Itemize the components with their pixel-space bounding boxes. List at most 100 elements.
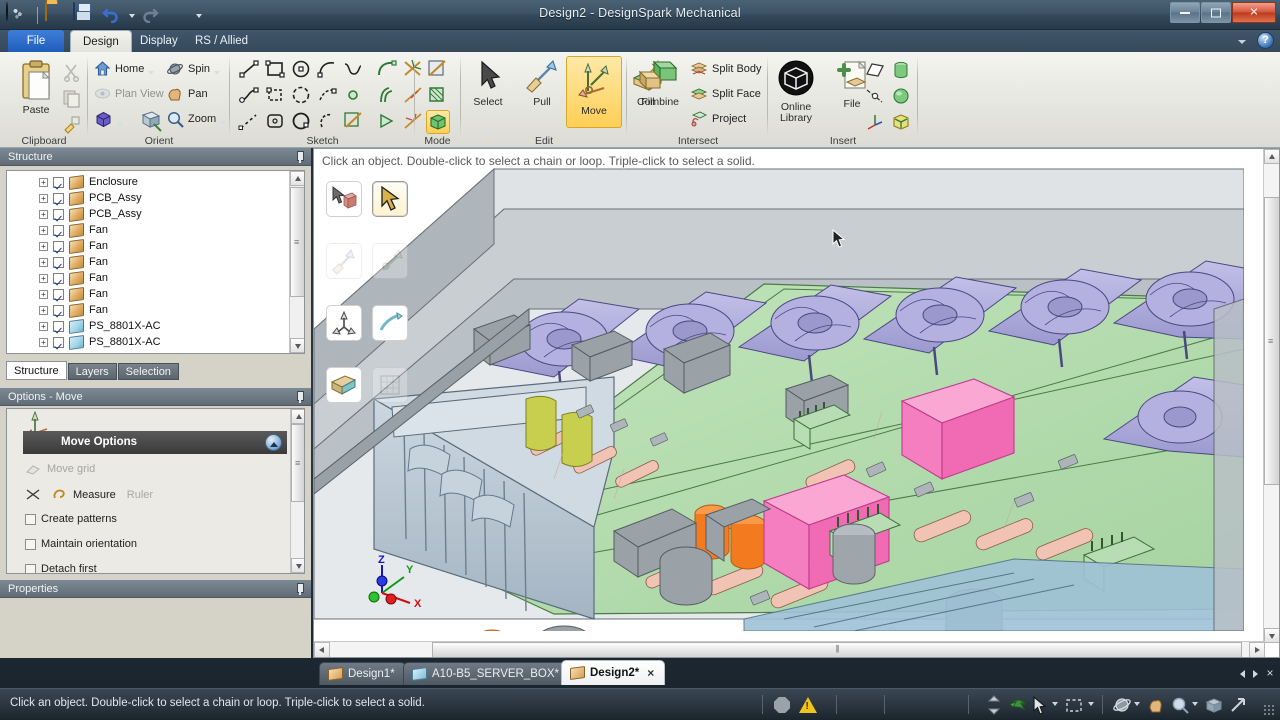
expand-icon[interactable]: + [39,274,48,283]
properties-pin-icon[interactable] [294,583,305,595]
viewport-scroll-thumb-v[interactable] [1264,197,1280,485]
zoom-extents-icon[interactable] [140,110,164,134]
tab-display[interactable]: Display [128,30,190,52]
resize-grip[interactable] [1263,704,1276,717]
structure-tree-item[interactable]: +Fan [7,238,291,254]
spin-dropdown-icon[interactable] [1134,702,1141,709]
viewport-horizontal-scrollbar[interactable] [314,641,1265,657]
visibility-checkbox[interactable] [53,241,64,252]
format-painter-icon[interactable] [62,114,84,136]
customize-qat-icon[interactable] [196,5,203,25]
doc-tab-design1[interactable]: Design1* [319,662,406,685]
pan-tool-icon[interactable] [1146,695,1166,715]
origin-icon[interactable] [864,112,886,134]
arc-icon[interactable] [316,110,338,132]
box-select-dropdown-icon[interactable] [1088,702,1095,709]
cut-icon[interactable] [62,62,84,84]
tangent-arc-icon[interactable] [316,58,338,80]
expand-icon[interactable]: + [39,322,48,331]
select-cursor-icon[interactable] [1032,695,1052,715]
select-button[interactable]: Select [460,58,516,108]
scroll-down-icon[interactable] [290,338,305,353]
minimize-button[interactable] [1170,2,1200,23]
three-point-arc-icon[interactable] [316,84,338,106]
doc-tab-server-box[interactable]: A10-B5_SERVER_BOX* [403,662,570,685]
visibility-checkbox[interactable] [53,177,64,188]
three-d-mode-icon[interactable] [426,110,450,134]
sphere-icon[interactable] [890,86,912,108]
viewport-scroll-thumb-h[interactable] [432,642,1242,658]
structure-tree-item[interactable]: +PS_8801X-AC [7,334,291,350]
tab-next-icon[interactable] [1251,666,1261,680]
visibility-checkbox[interactable] [53,305,64,316]
select-arrow-icon[interactable] [372,181,408,217]
view-cube-dropdown-icon[interactable] [117,113,124,127]
visibility-checkbox[interactable] [53,209,64,220]
expand-icon[interactable]: + [39,210,48,219]
expand-icon[interactable]: + [39,338,48,347]
spin-updown-icon[interactable] [985,695,1005,715]
pull-button[interactable]: Pull [514,58,570,108]
visibility-checkbox[interactable] [53,273,64,284]
view-cube-button[interactable] [94,110,124,129]
spin-button[interactable]: Spin [166,60,221,78]
select-target-icon[interactable] [326,181,362,217]
redo-icon[interactable] [140,3,164,27]
close-button[interactable]: ✕ [1232,2,1276,23]
structure-tree-item[interactable]: +PCB_Assy [7,190,291,206]
structure-tree-item[interactable]: +Fan [7,222,291,238]
detach-first-checkbox[interactable] [25,564,36,575]
paste-button[interactable]: Paste [8,60,64,116]
visibility-checkbox[interactable] [53,225,64,236]
pan-button[interactable]: Pan [166,85,208,103]
home-dropdown-icon[interactable] [148,62,155,76]
move-axis-icon[interactable] [326,305,362,341]
anchor-icon[interactable] [372,305,408,341]
select-dropdown-icon[interactable] [1052,702,1059,709]
undo-dropdown-icon[interactable] [129,5,136,25]
spline-icon[interactable] [342,58,364,80]
tab-design[interactable]: Design [70,30,132,52]
tab-file[interactable]: File [8,30,64,52]
visibility-checkbox[interactable] [53,193,64,204]
stop-recording-icon[interactable] [772,695,792,715]
doc-tab-design2[interactable]: Design2* × [561,660,665,685]
zoom-dropdown-icon[interactable] [220,112,227,126]
polyline-icon[interactable] [238,84,260,106]
zoom-button[interactable]: Zoom [166,110,227,128]
viewport-scroll-up-icon[interactable] [1264,149,1280,164]
options-scroll-down-icon[interactable] [291,558,305,573]
structure-tree[interactable]: +Enclosure+PCB_Assy+PCB_Assy+Fan+Fan+Fan… [6,170,305,354]
ruler-dim-icon[interactable] [326,367,362,403]
options-scroll-thumb[interactable] [291,424,305,502]
plane-icon[interactable] [864,60,886,82]
structure-tree-item[interactable]: +PCB_Assy [7,206,291,222]
cylinder-icon[interactable] [890,60,912,82]
tab-prev-icon[interactable] [1238,666,1248,680]
copy-icon[interactable] [62,88,84,110]
expand-icon[interactable]: + [39,258,48,267]
structure-pin-icon[interactable] [294,151,305,163]
warning-icon[interactable] [798,695,818,715]
online-library-button[interactable]: Online Library [768,58,824,124]
move-button[interactable]: Move [566,56,622,128]
collapse-icon[interactable] [265,434,282,451]
ellipse-icon[interactable] [290,110,312,132]
project-button[interactable]: Project [690,110,746,128]
polygon-icon[interactable] [264,84,286,106]
collapse-ribbon-icon[interactable] [1235,34,1249,48]
tab-layers[interactable]: Layers [68,363,117,380]
tab-selection[interactable]: Selection [118,363,179,380]
visibility-checkbox[interactable] [53,337,64,348]
point-icon[interactable] [342,84,364,106]
coordinate-system-icon[interactable] [890,112,912,134]
visibility-checkbox[interactable] [53,257,64,268]
expand-icon[interactable]: + [39,290,48,299]
open-icon[interactable] [45,3,69,27]
detach-first-row[interactable]: Detach first [25,563,97,574]
create-patterns-checkbox[interactable] [25,514,36,525]
expand-icon[interactable]: + [39,242,48,251]
structure-tree-item[interactable]: +Fan [7,286,291,302]
maintain-orientation-checkbox[interactable] [25,539,36,550]
options-scrollbar[interactable] [290,409,304,573]
